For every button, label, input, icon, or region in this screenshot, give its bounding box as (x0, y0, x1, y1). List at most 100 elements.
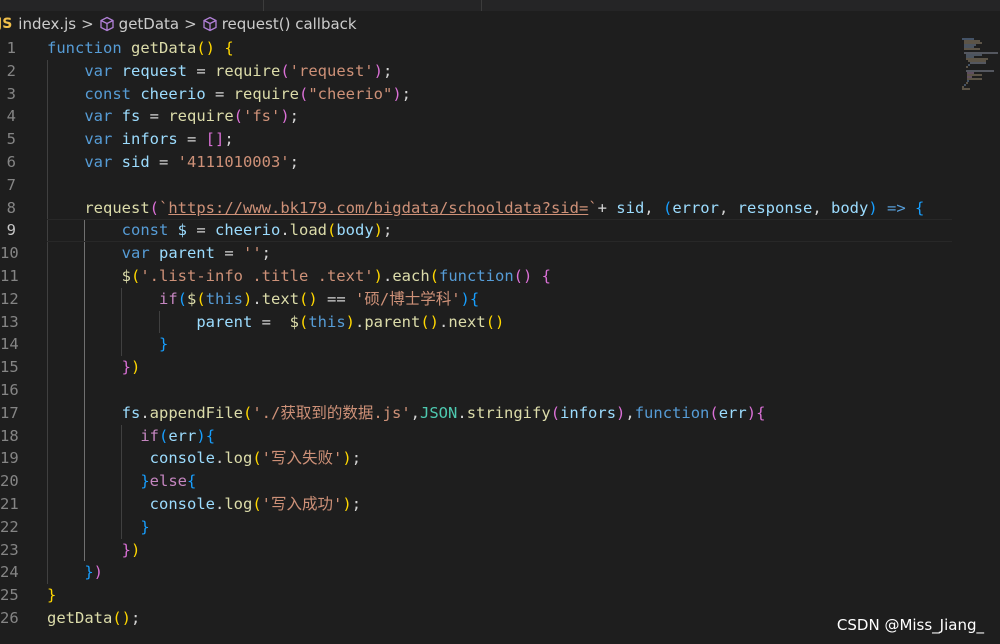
line-number: 4 (6, 107, 16, 126)
code-text: }) (47, 356, 141, 379)
code-text: var fs = require('fs'); (47, 105, 299, 128)
code-line[interactable]: 11 $('.list-info .title .text').each(fun… (0, 265, 960, 288)
minimap[interactable] (960, 37, 1000, 97)
code-text: } (47, 333, 168, 356)
code-token: () (420, 312, 440, 331)
code-token: ( (243, 403, 253, 422)
code-token: = (187, 221, 215, 240)
breadcrumb-item-getdata[interactable]: getData (99, 15, 179, 33)
code-token: body (336, 221, 374, 240)
code-token: each (392, 267, 430, 285)
code-token: = (186, 61, 215, 80)
code-line[interactable]: 6 var sid = '4111010003'; (0, 151, 960, 174)
code-token: cheerio (215, 221, 281, 240)
chevron-right-icon: > (184, 15, 197, 33)
code-line[interactable]: 7 (0, 174, 960, 197)
code-line[interactable]: 15 }) (0, 356, 960, 379)
code-token: , (812, 198, 831, 217)
code-token: ) (373, 61, 383, 80)
code-line[interactable]: 16 (0, 379, 960, 402)
code-line[interactable]: 17 fs.appendFile('./获取到的数据.js',JSON.stri… (0, 402, 960, 425)
code-line[interactable]: 10 var parent = ''; (0, 242, 960, 265)
code-token: ) (280, 107, 290, 126)
code-token: { (187, 472, 197, 491)
code-token: var (84, 153, 122, 171)
code-token: sid (616, 198, 645, 217)
code-line[interactable]: 24 }) (0, 561, 960, 584)
code-token: => (887, 198, 906, 217)
line-number: 16 (0, 381, 19, 399)
code-token: () (485, 312, 505, 331)
watermark: CSDN @Miss_Jiang_ (836, 616, 984, 634)
code-token: = (214, 244, 243, 263)
code-token: { (915, 198, 925, 217)
code-token: ( (252, 495, 262, 513)
code-token: $ (187, 289, 197, 308)
code-text: request(`https://www.bk179.com/bigdata/s… (47, 197, 924, 220)
code-token: var (121, 244, 159, 263)
code-token: '4111010003' (177, 153, 290, 171)
code-line[interactable]: 1 function getData() { (0, 37, 960, 60)
code-line[interactable]: 21 console.log('写入成功'); (0, 493, 960, 516)
code-token: infors (560, 403, 617, 422)
code-token: "cheerio" (308, 84, 393, 103)
code-token: () (196, 39, 215, 57)
code-token: error (672, 198, 719, 217)
code-token: ( (149, 198, 159, 217)
code-token: } (121, 358, 131, 377)
line-number: 2 (6, 61, 16, 80)
code-token: ) (243, 289, 253, 308)
code-token: , (410, 403, 421, 422)
code-token: () (299, 289, 318, 308)
code-line[interactable]: 2 var request = require('request'); (0, 60, 960, 83)
breadcrumb-item-callback[interactable]: request() callback (202, 15, 357, 33)
code-token: ; (289, 153, 299, 171)
tab-strip[interactable] (0, 0, 1000, 11)
line-number: 11 (0, 267, 19, 285)
code-token: . (214, 495, 225, 513)
code-token: if (140, 426, 159, 445)
code-line[interactable]: 19 console.log('写入失败'); (0, 447, 960, 470)
code-token: console (149, 449, 215, 468)
breadcrumb-item-file[interactable]: JS index.js (0, 15, 76, 33)
code-token: cheerio (140, 84, 206, 103)
code-text: $('.list-info .title .text').each(functi… (47, 265, 551, 288)
code-line[interactable]: 13 parent = $(this).parent().next() (0, 311, 960, 334)
code-token: ( (550, 403, 561, 422)
code-line[interactable]: 5 var infors = []; (0, 128, 960, 151)
code-line[interactable]: 26 getData(); (0, 607, 960, 630)
chevron-right-icon: > (81, 15, 94, 33)
code-line[interactable]: 9 const $ = cheerio.load(body); (0, 219, 960, 242)
code-line[interactable]: 14 } (0, 333, 960, 356)
code-token: + (597, 198, 617, 217)
code-token: ; (383, 221, 393, 240)
code-token: function (439, 267, 514, 285)
code-line[interactable]: 3 const cheerio = require("cheerio"); (0, 83, 960, 106)
code-line[interactable]: 12 if($(this).text() == '硕/博士学科'){ (0, 288, 960, 311)
line-number: 26 (0, 609, 19, 627)
code-line[interactable]: 20 }else{ (0, 470, 960, 493)
code-text: const $ = cheerio.load(body); (47, 219, 393, 242)
code-line[interactable]: 8 request(`https://www.bk179.com/bigdata… (0, 197, 960, 220)
code-line[interactable]: 18 if(err){ (0, 425, 960, 448)
code-line[interactable]: 25} (0, 584, 960, 607)
code-line[interactable]: 22 } (0, 516, 960, 539)
code-token: ; (401, 84, 412, 103)
line-number: 12 (0, 289, 19, 308)
line-number: 19 (0, 449, 19, 468)
code-line[interactable]: 23 }) (0, 539, 960, 562)
code-token: { (541, 267, 552, 285)
line-number: 17 (0, 403, 19, 422)
line-number: 24 (0, 563, 19, 582)
code-text: if($(this).text() == '硕/博士学科'){ (47, 288, 479, 311)
code-line[interactable]: 4 var fs = require('fs'); (0, 105, 960, 128)
code-text: } (47, 516, 149, 539)
code-token: getData (131, 39, 197, 57)
code-token: . (355, 312, 365, 331)
code-token: { (224, 39, 234, 57)
